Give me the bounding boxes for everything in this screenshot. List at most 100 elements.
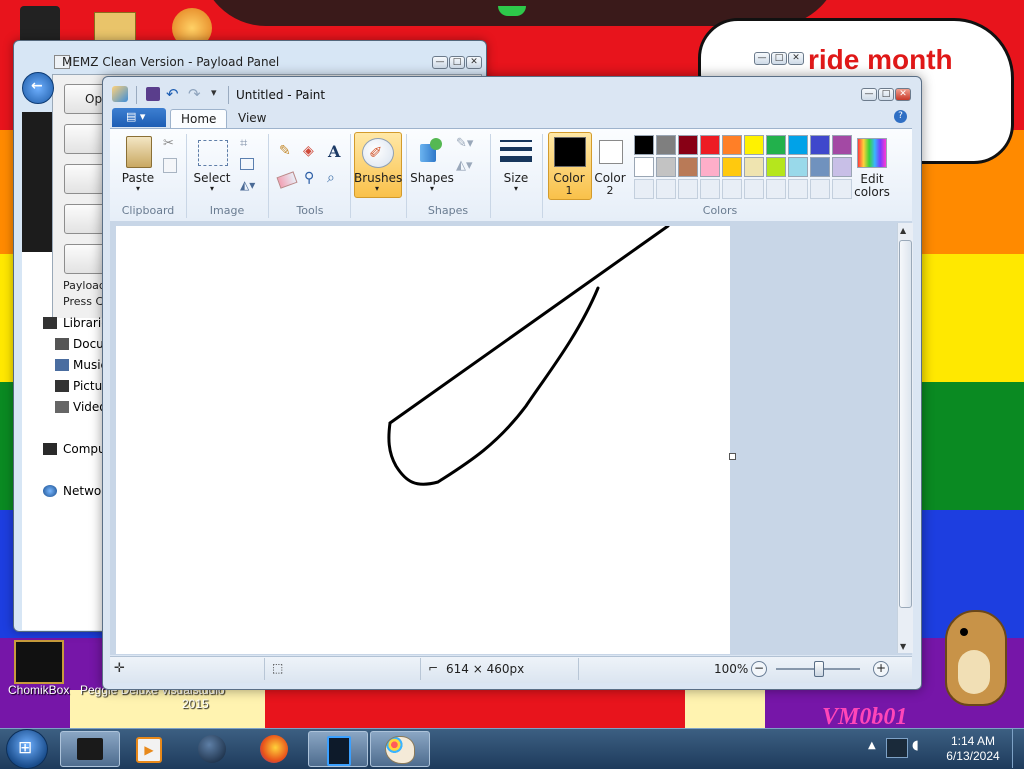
taskbar-media-player-button[interactable]: ▶ [122, 731, 180, 765]
scroll-up-arrow-icon[interactable]: ▲ [900, 226, 906, 235]
palette-color-swatch[interactable] [634, 135, 654, 155]
start-button[interactable]: ⊞ [6, 729, 48, 769]
back-window-minimize-button[interactable]: — [754, 52, 770, 65]
fill-tool[interactable]: ◈ [299, 142, 321, 164]
canvas-resize-handle[interactable] [729, 453, 736, 460]
shapes-button[interactable]: Shapes [408, 171, 456, 185]
palette-color-swatch[interactable] [744, 135, 764, 155]
palette-custom-slot[interactable] [766, 179, 786, 199]
network-tray-icon[interactable] [886, 738, 908, 758]
size-button[interactable]: Size [496, 171, 536, 185]
zoom-slider-thumb[interactable] [814, 661, 824, 677]
copy-icon[interactable] [163, 158, 177, 173]
color-picker-tool[interactable]: ⚲ [299, 169, 321, 191]
size-dropdown-icon[interactable]: ▾ [510, 184, 522, 193]
taskbar-clock[interactable]: 1:14 AM 6/13/2024 [940, 734, 1006, 764]
scrollbar-thumb[interactable] [899, 240, 912, 608]
qat-customize-icon[interactable]: ▾ [211, 86, 217, 99]
palette-color-swatch[interactable] [810, 157, 830, 177]
memz-maximize-button[interactable]: □ [449, 56, 465, 69]
tab-view[interactable]: View [228, 109, 276, 128]
palette-color-swatch[interactable] [766, 135, 786, 155]
edit-colors-button[interactable]: Edit [850, 172, 894, 186]
palette-custom-slot[interactable] [788, 179, 808, 199]
memz-minimize-button[interactable]: — [432, 56, 448, 69]
palette-color-swatch[interactable] [810, 135, 830, 155]
explorer-item-documents[interactable]: Docu [73, 337, 104, 351]
memz-close-button[interactable]: ✕ [466, 56, 482, 69]
volume-tray-icon[interactable]: ◖ [912, 738, 928, 756]
taskbar-firefox-button[interactable] [246, 731, 304, 765]
select-button[interactable]: Select [190, 171, 234, 185]
explorer-item-computer[interactable]: Compu [63, 442, 106, 456]
taskbar-memz-button[interactable] [60, 731, 120, 767]
text-tool[interactable]: A [323, 142, 345, 164]
rotate-icon[interactable]: ◭▾ [240, 178, 255, 192]
paint-minimize-button[interactable]: — [861, 88, 877, 101]
taskbar-app-button[interactable] [308, 731, 368, 767]
paste-icon[interactable] [126, 136, 152, 168]
shapes-icon[interactable] [418, 138, 446, 166]
back-window-maximize-button[interactable]: □ [771, 52, 787, 65]
chomikbox-icon[interactable] [14, 640, 64, 684]
palette-custom-slot[interactable] [634, 179, 654, 199]
pencil-tool[interactable]: ✎ [275, 142, 297, 164]
crop-icon[interactable]: ⌗ [240, 136, 247, 151]
palette-color-swatch[interactable] [634, 157, 654, 177]
taskbar-sphere-button[interactable] [184, 731, 242, 765]
tab-home[interactable]: Home [170, 109, 228, 129]
palette-custom-slot[interactable] [810, 179, 830, 199]
show-desktop-button[interactable] [1012, 729, 1024, 768]
redo-icon[interactable]: ↷ [188, 85, 201, 103]
palette-color-swatch[interactable] [678, 135, 698, 155]
paint-app-icon[interactable] [112, 86, 128, 102]
save-icon[interactable] [146, 87, 160, 101]
paste-dropdown-icon[interactable]: ▾ [132, 184, 144, 193]
cut-icon[interactable]: ✂ [163, 136, 174, 151]
palette-custom-slot[interactable] [656, 179, 676, 199]
color2-label[interactable]: Color [590, 171, 630, 185]
eraser-tool[interactable] [275, 169, 298, 191]
palette-custom-slot[interactable] [744, 179, 764, 199]
taskbar-paint-button[interactable] [370, 731, 430, 767]
explorer-item-network[interactable]: Networ [63, 484, 106, 498]
palette-custom-slot[interactable] [678, 179, 698, 199]
drawing-canvas[interactable] [116, 226, 730, 654]
resize-icon[interactable] [240, 158, 254, 170]
show-hidden-icons-button[interactable]: ▲ [868, 740, 876, 751]
fill-icon[interactable]: ◭▾ [456, 158, 473, 173]
palette-color-swatch[interactable] [656, 135, 676, 155]
palette-color-swatch[interactable] [832, 157, 852, 177]
explorer-back-button[interactable]: ← [22, 72, 54, 104]
paint-maximize-button[interactable]: □ [878, 88, 894, 101]
paste-button[interactable]: Paste [118, 171, 158, 185]
palette-custom-slot[interactable] [700, 179, 720, 199]
palette-color-swatch[interactable] [788, 135, 808, 155]
palette-color-swatch[interactable] [766, 157, 786, 177]
select-dropdown-icon[interactable]: ▾ [206, 184, 218, 193]
help-icon[interactable]: ? [894, 110, 907, 123]
scroll-down-arrow-icon[interactable]: ▼ [900, 642, 906, 651]
size-icon[interactable] [500, 138, 532, 166]
paint-close-button[interactable]: ✕ [895, 88, 911, 101]
zoom-out-button[interactable]: − [751, 661, 767, 677]
palette-color-swatch[interactable] [788, 157, 808, 177]
palette-color-swatch[interactable] [722, 135, 742, 155]
zoom-in-button[interactable]: + [873, 661, 889, 677]
magnifier-tool[interactable]: ⌕ [323, 169, 345, 191]
undo-icon[interactable]: ↶ [166, 85, 179, 103]
outline-icon[interactable]: ✎▾ [456, 136, 473, 151]
palette-color-swatch[interactable] [744, 157, 764, 177]
palette-color-swatch[interactable] [678, 157, 698, 177]
shapes-dropdown-icon[interactable]: ▾ [426, 184, 438, 193]
palette-color-swatch[interactable] [722, 157, 742, 177]
select-icon[interactable] [198, 140, 228, 166]
palette-custom-slot[interactable] [832, 179, 852, 199]
paint-file-menu-button[interactable]: ▤ ▾ [112, 108, 166, 127]
back-window-close-button[interactable]: ✕ [788, 52, 804, 65]
palette-color-swatch[interactable] [832, 135, 852, 155]
palette-color-swatch[interactable] [700, 157, 720, 177]
edit-colors-icon[interactable] [857, 138, 887, 168]
palette-custom-slot[interactable] [722, 179, 742, 199]
color2-swatch[interactable] [599, 140, 623, 164]
